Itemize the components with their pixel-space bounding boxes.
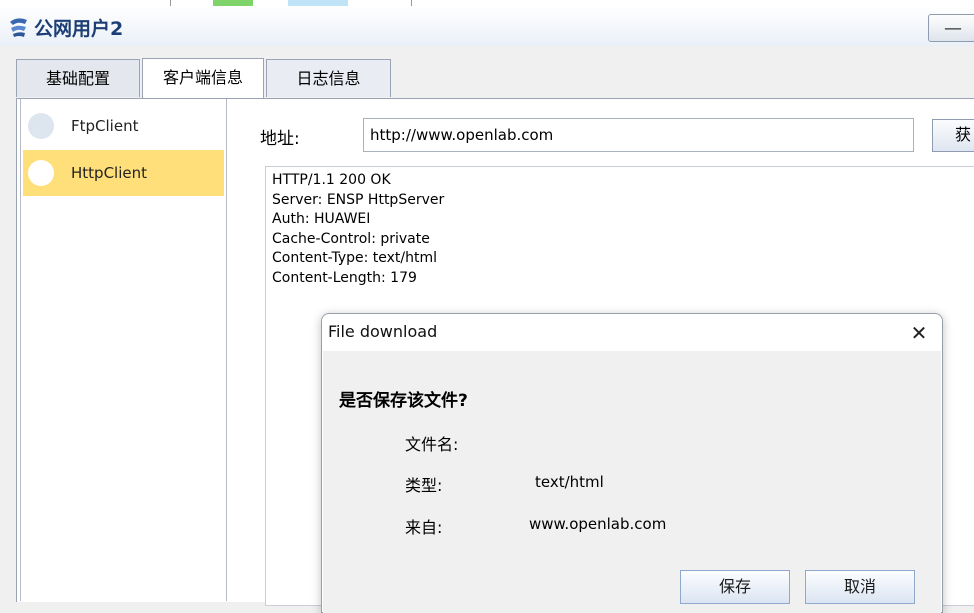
address-input[interactable] [363,118,914,152]
client-status-icon [28,160,54,186]
close-icon[interactable]: ✕ [904,318,934,348]
client-list: FtpClient HttpClient [20,99,227,601]
minimize-button[interactable]: — [928,14,974,42]
type-label: 类型: [405,476,443,495]
address-label: 地址: [260,129,300,149]
file-download-dialog: File download ✕ 是否保存该文件? 文件名: 类型: text/h… [321,313,943,613]
sidebar-item-label: HttpClient [71,164,147,182]
dialog-body: 是否保存该文件? 文件名: 类型: text/html 来自: www.open… [323,351,941,613]
enterprise-user-icon [10,18,27,37]
save-question: 是否保存该文件? [339,391,468,411]
dialog-titlebar[interactable]: File download ✕ [322,314,942,351]
client-status-icon [28,113,54,139]
response-line: HTTP/1.1 200 OK [272,172,391,188]
sidebar-item-label: FtpClient [71,117,139,135]
dialog-title: File download [328,322,438,341]
tab-client-info[interactable]: 客户端信息 [142,58,264,98]
response-line: Server: ENSP HttpServer [272,191,445,208]
response-line: Cache-Control: private [272,230,430,247]
window-title: 公网用户2 [34,18,124,40]
window-titlebar: 公网用户2 — [0,6,974,46]
get-button[interactable]: 获 [932,119,974,152]
sidebar-item-httpclient[interactable]: HttpClient [23,150,224,196]
save-button[interactable]: 保存 [680,570,790,604]
tab-basic-config[interactable]: 基础配置 [16,59,140,97]
sidebar-item-ftpclient[interactable]: FtpClient [23,103,224,149]
response-line: Auth: HUAWEI [272,211,371,227]
cancel-button[interactable]: 取消 [805,570,915,604]
filename-label: 文件名: [405,435,459,454]
type-value: text/html [535,473,604,491]
response-line: Content-Type: text/html [272,250,438,266]
from-value: www.openlab.com [529,515,667,533]
response-line: Content-Length: 179 [272,269,417,286]
tab-log-info[interactable]: 日志信息 [266,59,391,97]
from-label: 来自: [405,518,443,537]
